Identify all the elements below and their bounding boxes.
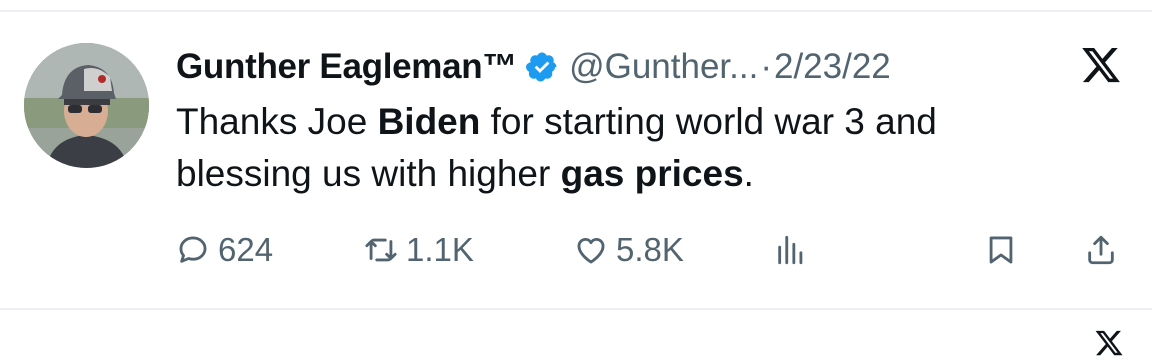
- tweet-text: Thanks Joe Biden for starting world war …: [176, 96, 1096, 200]
- share-upload-icon: [1088, 235, 1114, 265]
- text-segment: Thanks Joe: [176, 101, 378, 142]
- avatar-photo: [24, 43, 149, 168]
- retweet-count: 1.1K: [406, 231, 474, 268]
- reply-bubble-icon: [179, 236, 207, 263]
- top-divider: [0, 10, 1152, 12]
- heart-icon: [577, 237, 605, 264]
- tweet-date[interactable]: 2/23/22: [774, 47, 891, 87]
- display-name[interactable]: Gunther Eagleman™: [176, 47, 517, 87]
- views-bars-icon: [778, 235, 803, 265]
- user-handle[interactable]: @Gunther...: [569, 47, 758, 87]
- text-segment: for starting world war 3 and: [480, 101, 937, 142]
- retweet-arrows-icon: [365, 238, 397, 262]
- tweet-header: Gunther Eagleman™ @Gunther... · 2/23/22: [176, 40, 891, 94]
- views-button[interactable]: [774, 228, 808, 272]
- separator-dot: ·: [760, 47, 772, 86]
- text-segment: blessing us with higher: [176, 153, 561, 194]
- share-button[interactable]: [1084, 228, 1118, 272]
- retweet-button[interactable]: 1.1K: [364, 228, 474, 272]
- reply-count: 624: [218, 231, 274, 268]
- tweet-actions: 624 1.1K 5.8K: [176, 228, 1126, 272]
- bookmark-button[interactable]: [984, 228, 1018, 272]
- text-segment: .: [743, 153, 754, 194]
- bookmark-icon: [989, 236, 1013, 264]
- avatar[interactable]: [24, 43, 149, 168]
- tweet-text-line-1: Thanks Joe Biden for starting world war …: [176, 96, 1096, 148]
- bottom-divider: [0, 308, 1152, 310]
- tweet-text-line-2: blessing us with higher gas prices.: [176, 148, 1096, 200]
- like-count: 5.8K: [616, 231, 684, 268]
- like-button[interactable]: 5.8K: [574, 228, 684, 272]
- verified-badge-icon: [525, 50, 559, 84]
- reply-button[interactable]: 624: [176, 228, 273, 272]
- x-logo-icon-next: [1094, 328, 1124, 358]
- x-logo-icon: [1080, 44, 1122, 86]
- text-bold-segment: Biden: [377, 101, 481, 142]
- text-bold-segment: gas prices: [560, 153, 744, 194]
